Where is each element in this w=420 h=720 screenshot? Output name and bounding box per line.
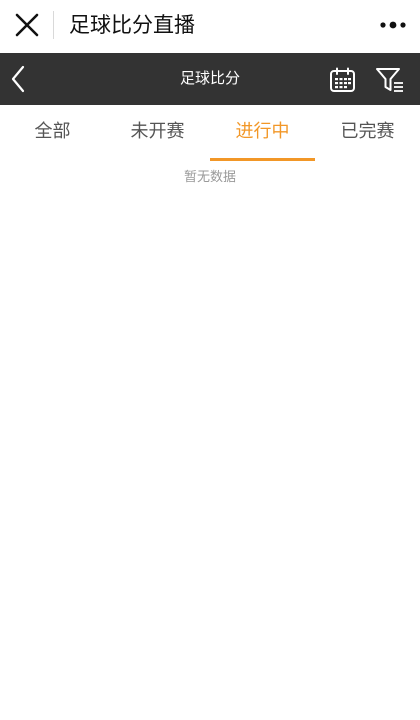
navigation-bar: 足球比分: [0, 53, 420, 105]
tab-underline: [210, 158, 315, 161]
tab-finished[interactable]: 已完赛: [315, 105, 420, 161]
close-icon[interactable]: [12, 10, 42, 40]
tab-not-started[interactable]: 未开赛: [105, 105, 210, 161]
title-divider: [53, 11, 54, 39]
tab-label: 进行中: [235, 121, 290, 142]
tab-label: 全部: [34, 121, 71, 142]
calendar-icon[interactable]: [329, 67, 356, 93]
tab-label: 未开赛: [130, 121, 185, 142]
filter-icon[interactable]: [375, 66, 405, 94]
more-dots-icon[interactable]: [378, 13, 408, 37]
tab-label: 已完赛: [340, 121, 395, 142]
chevron-left-icon[interactable]: [6, 64, 34, 94]
empty-state-text: 暂无数据: [183, 170, 236, 185]
window-title: 足球比分直播: [69, 13, 195, 37]
page-title: 足球比分: [179, 69, 240, 87]
status-tabs: 全部 未开赛 进行中 已完赛: [0, 105, 420, 161]
tab-in-progress[interactable]: 进行中: [210, 105, 315, 161]
tab-all[interactable]: 全部: [0, 105, 105, 161]
wechat-top-bar: 足球比分直播: [0, 0, 420, 52]
